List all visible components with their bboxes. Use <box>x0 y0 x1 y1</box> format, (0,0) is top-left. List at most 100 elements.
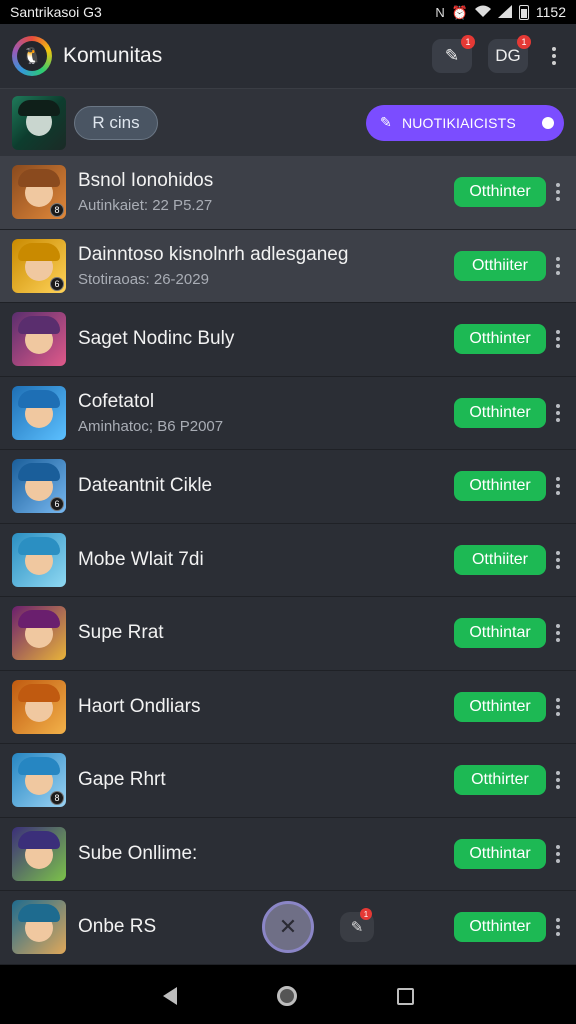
list-item-title: Bsnol Ionohidos <box>78 170 214 192</box>
page-title: Komunitas <box>63 44 163 67</box>
list-item[interactable]: Mobe Wlait 7di Otthiiter <box>0 523 576 597</box>
floating-badge: 1 <box>360 908 372 920</box>
row-more-icon[interactable] <box>552 330 564 349</box>
toolbar: R cins ✎ NUOTIKIAICISTS <box>0 88 576 156</box>
status-bar: Santrikasoi G3 N ⏰ 1152 <box>0 0 576 24</box>
game-thumbnail <box>12 532 66 587</box>
user-avatar[interactable] <box>12 95 66 150</box>
app-logo[interactable]: 🐧 <box>12 36 52 76</box>
list-item-title: Dainntoso kisnolnrh adlesganeg <box>78 243 349 265</box>
more-options-icon[interactable] <box>544 41 564 71</box>
close-icon: ✕ <box>278 914 298 939</box>
signal-icon <box>497 4 512 20</box>
row-more-icon[interactable] <box>552 403 564 422</box>
list-item-text: Gape Rhrt <box>78 769 454 791</box>
list-item-subtitle: Autinkaiet: 22 P5.27 <box>78 197 213 215</box>
game-thumbnail <box>12 312 66 367</box>
penguin-icon: 🐧 <box>17 41 47 71</box>
app-header: 🐧 Komunitas ✎ 1 DG 1 <box>0 24 576 88</box>
list-item-text: Cofetatol Aminhatoc; B6 P2007 <box>78 391 454 435</box>
dg-button[interactable]: DG 1 <box>488 35 531 73</box>
game-thumbnail: 8 <box>12 753 66 808</box>
game-thumbnail <box>12 606 66 661</box>
row-more-icon[interactable] <box>552 697 564 716</box>
list-item-title: Gape Rhrt <box>78 769 166 791</box>
thumbnail-badge: 8 <box>50 203 64 218</box>
row-more-icon[interactable] <box>552 624 564 643</box>
game-thumbnail <box>12 826 66 881</box>
promo-button[interactable]: ✎ NUOTIKIAICISTS <box>366 104 564 141</box>
list-item-title: Supe Rrat <box>78 622 164 644</box>
row-more-icon[interactable] <box>552 477 564 496</box>
list-item-title: Dateantnit Cikle <box>78 475 213 497</box>
list-item-text: Dainntoso kisnolnrh adlesganeg Stotiraoas… <box>78 244 454 288</box>
dg-label: DG <box>495 46 521 65</box>
nfc-icon: N <box>435 4 445 20</box>
join-button[interactable]: Otthinter <box>454 912 546 943</box>
row-more-icon[interactable] <box>552 918 564 937</box>
list-item-text: Supe Rrat <box>78 622 454 644</box>
back-icon[interactable] <box>162 987 177 1005</box>
list-item[interactable]: 8 Gape Rhrt Otthirter <box>0 744 576 818</box>
list-item-text: Haort Ondliars <box>78 696 454 718</box>
thumbnail-badge: 6 <box>50 276 64 291</box>
row-more-icon[interactable] <box>552 550 564 569</box>
join-button[interactable]: Otthinter <box>454 397 546 428</box>
system-nav-bar <box>0 968 576 1024</box>
join-button[interactable]: Otthiiter <box>454 544 546 575</box>
list-item-text: Mobe Wlait 7di <box>78 549 454 571</box>
megaphone-icon: ✎ <box>444 46 460 65</box>
list-item-title: Haort Ondliars <box>78 695 201 717</box>
list-item-text: Saget Nodinc Buly <box>78 328 454 350</box>
toggle-dot-icon <box>542 116 554 129</box>
list-item[interactable]: 8 Bsnol Ionohidos Autinkaiet: 22 P5.27 Otth… <box>0 156 576 230</box>
join-button[interactable]: Otthintar <box>454 618 546 649</box>
join-button[interactable]: Otthinter <box>454 691 546 722</box>
thumbnail-badge: 6 <box>50 497 64 512</box>
list-item-text: Dateantnit Cikle <box>78 475 454 497</box>
list-item-subtitle: Stotiraoas: 26-2029 <box>78 270 209 288</box>
list-item[interactable]: 6 Dainntoso kisnolnrh adlesganeg Stotiraoa… <box>0 229 576 303</box>
notification-button[interactable]: ✎ 1 <box>432 35 475 73</box>
chat-icon: ✎ <box>350 919 364 936</box>
list-item-subtitle: Aminhatoc; B6 P2007 <box>78 417 224 435</box>
wifi-icon <box>474 5 491 20</box>
list-item[interactable]: Cofetatol Aminhatoc; B6 P2007 Otthinter <box>0 376 576 450</box>
home-icon[interactable] <box>276 986 297 1006</box>
join-button[interactable]: Otthiiter <box>454 250 546 281</box>
status-time: 1152 <box>535 4 566 20</box>
community-list: 8 Bsnol Ionohidos Autinkaiet: 22 P5.27 Otth… <box>0 156 576 965</box>
list-item[interactable]: 6 Dateantnit Cikle Otthinter <box>0 450 576 524</box>
list-item[interactable]: Haort Ondliars Otthinter <box>0 670 576 744</box>
list-item-title: Sube Onllime: <box>78 842 198 864</box>
game-thumbnail: 6 <box>12 459 66 514</box>
join-button[interactable]: Otthinter <box>454 177 546 208</box>
list-item-text: Bsnol Ionohidos Autinkaiet: 22 P5.27 <box>78 170 454 214</box>
join-button[interactable]: Otthinter <box>454 471 546 502</box>
join-button[interactable]: Otthintar <box>454 838 546 869</box>
game-thumbnail: 6 <box>12 238 66 293</box>
list-item-title: Saget Nodinc Buly <box>78 328 235 350</box>
status-icons: N ⏰ 1152 <box>435 4 566 20</box>
recents-icon[interactable] <box>396 987 414 1005</box>
notification-badge: 1 <box>461 35 475 49</box>
row-more-icon[interactable] <box>552 844 564 863</box>
row-more-icon[interactable] <box>552 256 564 275</box>
thumbnail-badge: 8 <box>50 791 64 806</box>
close-button[interactable]: ✕ <box>262 901 314 953</box>
list-item-text: Sube Onllime: <box>78 843 454 865</box>
join-button[interactable]: Otthirter <box>454 765 546 796</box>
list-item[interactable]: Supe Rrat Otthintar <box>0 597 576 671</box>
search-button[interactable]: R cins <box>74 105 158 140</box>
dg-badge: 1 <box>517 35 531 49</box>
game-thumbnail <box>12 900 66 955</box>
list-item[interactable]: Saget Nodinc Buly Otthinter <box>0 303 576 377</box>
floating-chat-button[interactable]: ✎ 1 <box>340 908 374 942</box>
row-more-icon[interactable] <box>552 771 564 790</box>
game-thumbnail <box>12 385 66 440</box>
join-button[interactable]: Otthinter <box>454 324 546 355</box>
row-more-icon[interactable] <box>552 183 564 202</box>
list-item[interactable]: Sube Onllime: Otthintar <box>0 817 576 891</box>
pencil-icon: ✎ <box>380 114 392 130</box>
alarm-icon: ⏰ <box>451 4 468 20</box>
